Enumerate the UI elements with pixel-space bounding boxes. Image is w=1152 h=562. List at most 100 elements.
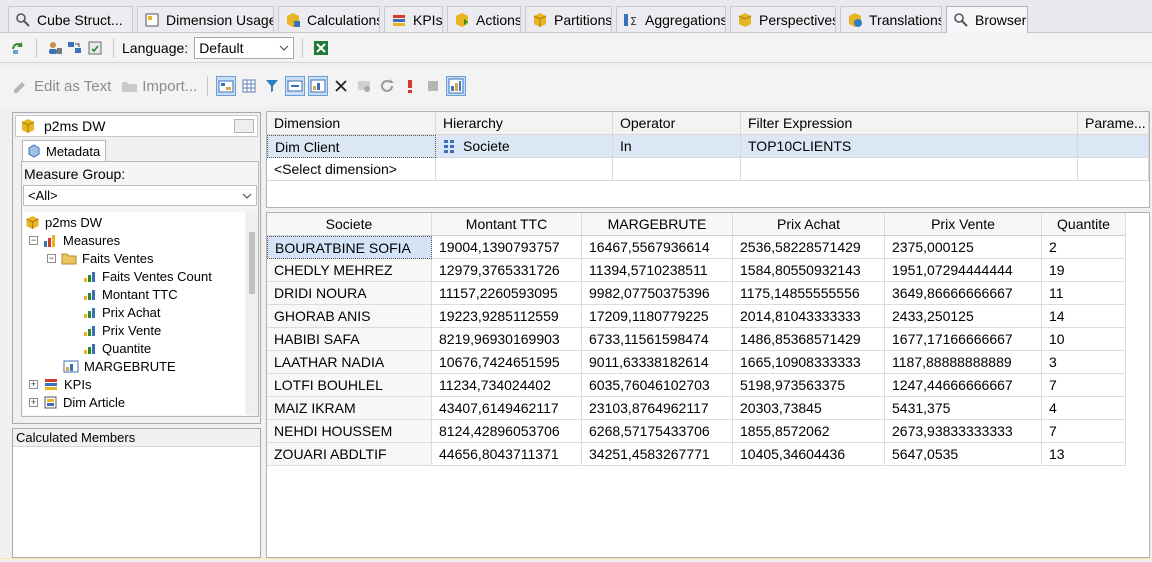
tree-node[interactable]: − Measures [29,231,120,249]
table-cell[interactable]: 7 [1042,374,1126,397]
table-cell[interactable]: 14 [1042,305,1126,328]
table-cell[interactable]: 2536,58228571429 [733,236,885,259]
tab-dimension-usage[interactable]: Dimension Usage [137,6,274,32]
table-cell[interactable]: 3649,86666666667 [885,282,1042,305]
row-header-cell[interactable]: DRIDI NOURA [267,282,432,305]
row-header-cell[interactable]: BOURATBINE SOFIA [267,236,432,259]
row-header-cell[interactable]: GHORAB ANIS [267,305,432,328]
design-mode-button[interactable] [216,76,237,96]
table-cell[interactable]: 2014,81043333333 [733,305,885,328]
tree-node[interactable]: + Dim Article [29,393,125,411]
table-cell[interactable]: 6035,76046102703 [582,374,733,397]
scrollbar-thumb[interactable] [249,232,255,294]
tab-partitions[interactable]: Partitions [525,6,612,32]
process-icon[interactable] [65,38,85,58]
table-cell[interactable]: 9011,63338182614 [582,351,733,374]
results-column-header[interactable]: Prix Vente [885,213,1042,236]
query-grid-button[interactable] [239,76,259,96]
edit-as-text-button[interactable]: Edit as Text [12,78,111,95]
table-cell[interactable]: 11 [1042,282,1126,305]
refresh-button[interactable] [377,76,397,96]
results-column-header[interactable]: Societe [267,213,432,236]
table-cell[interactable]: 7 [1042,420,1126,443]
table-row[interactable]: MAIZ IKRAM 43407,6149462117 23103,87649621… [267,397,1126,420]
filter-cell[interactable]: <Select dimension> [267,158,436,181]
table-cell[interactable]: 6733,11561598474 [582,328,733,351]
row-header-cell[interactable]: NEHDI HOUSSEM [267,420,432,443]
results-column-header[interactable]: MARGEBRUTE [582,213,733,236]
table-cell[interactable]: 23103,8764962117 [582,397,733,420]
filter-cell[interactable]: Dim Client [267,135,436,158]
tree-node[interactable]: Prix Vente [83,321,161,339]
table-cell[interactable]: 3 [1042,351,1126,374]
filter-cell[interactable]: Societe [436,135,613,158]
execute-query-button[interactable] [354,76,374,96]
results-column-header[interactable]: Prix Achat [733,213,885,236]
table-cell[interactable]: 5198,973563375 [733,374,885,397]
tab-kpis[interactable]: KPIs [384,6,443,32]
language-select[interactable]: Default [194,37,295,59]
table-cell[interactable]: 1175,14855555556 [733,282,885,305]
tree-node[interactable]: p2ms DW [25,213,102,231]
tab-translations[interactable]: Translations [840,6,942,32]
table-cell[interactable]: 8219,96930169903 [432,328,582,351]
tab-perspectives[interactable]: Perspectives [730,6,836,32]
table-cell[interactable]: 17209,1180779225 [582,305,733,328]
excel-icon[interactable] [311,38,331,58]
collapse-icon[interactable]: − [29,235,38,245]
table-cell[interactable]: 1951,07294444444 [885,259,1042,282]
table-cell[interactable]: 1665,10908333333 [733,351,885,374]
tab-actions[interactable]: Actions [447,6,521,32]
delete-button[interactable] [331,76,351,96]
table-cell[interactable]: 11157,2260593095 [432,282,582,305]
expand-icon[interactable]: + [29,379,38,389]
table-cell[interactable]: 19004,1390793757 [432,236,582,259]
filter-row[interactable]: Dim Client Societe In TOP10CLIENTS [267,135,1149,158]
tab-aggregations[interactable]: Σ Aggregations [616,6,726,32]
table-row[interactable]: CHEDLY MEHREZ 12979,3765331726 11394,57102… [267,259,1126,282]
tree-node[interactable]: MARGEBRUTE [63,357,176,375]
table-row[interactable]: DRIDI NOURA 11157,2260593095 9982,07750375… [267,282,1126,305]
table-cell[interactable]: 10676,7424651595 [432,351,582,374]
table-row[interactable]: GHORAB ANIS 19223,9285112559 17209,1180779… [267,305,1126,328]
filter-cell[interactable] [741,158,1078,181]
table-cell[interactable]: 4 [1042,397,1126,420]
reconnect-icon[interactable] [8,38,28,58]
stop-button[interactable] [423,76,443,96]
filter-cell[interactable] [613,158,741,181]
table-row[interactable]: LOTFI BOUHLEL 11234,734024402 6035,7604610… [267,374,1126,397]
row-header-cell[interactable]: LOTFI BOUHLEL [267,374,432,397]
filter-row[interactable]: <Select dimension> [267,158,1149,181]
table-cell[interactable]: 16467,5567936614 [582,236,733,259]
tab-cube-struct[interactable]: Cube Struct... [8,6,133,32]
change-user-icon[interactable] [45,38,65,58]
filter-cell[interactable]: TOP10CLIENTS [741,135,1078,158]
table-cell[interactable]: 10 [1042,328,1126,351]
tab-metadata[interactable]: Metadata [22,140,106,161]
save-icon[interactable] [85,38,105,58]
table-cell[interactable]: 1247,44666666667 [885,374,1042,397]
table-cell[interactable]: 1855,8572062 [733,420,885,443]
tree-node[interactable]: Faits Ventes Count [83,267,212,285]
show-chart-button[interactable] [446,76,467,96]
import-button[interactable]: Import... [121,78,197,95]
row-header-cell[interactable]: LAATHAR NADIA [267,351,432,374]
results-column-header[interactable]: Montant TTC [432,213,582,236]
measure-group-select[interactable]: <All> [23,185,257,206]
table-cell[interactable]: 19223,9285112559 [432,305,582,328]
table-cell[interactable]: 2 [1042,236,1126,259]
tree-node[interactable]: Prix Achat [83,303,161,321]
table-row[interactable]: ZOUARI ABDLTIF 44656,8043711371 34251,4583… [267,443,1126,466]
table-cell[interactable]: 8124,42896053706 [432,420,582,443]
tree-node[interactable]: − Faits Ventes [47,249,154,267]
table-row[interactable]: BOURATBINE SOFIA 19004,1390793757 16467,55… [267,236,1126,259]
table-cell[interactable]: 19 [1042,259,1126,282]
tab-calculations[interactable]: Calculations [278,6,380,32]
cube-selector[interactable]: p2ms DW [15,115,258,137]
table-cell[interactable]: 20303,73845 [733,397,885,420]
tree-node[interactable]: Montant TTC [83,285,178,303]
cancel-query-button[interactable] [400,76,420,96]
table-cell[interactable]: 11234,734024402 [432,374,582,397]
row-header-cell[interactable]: MAIZ IKRAM [267,397,432,420]
row-header-cell[interactable]: CHEDLY MEHREZ [267,259,432,282]
